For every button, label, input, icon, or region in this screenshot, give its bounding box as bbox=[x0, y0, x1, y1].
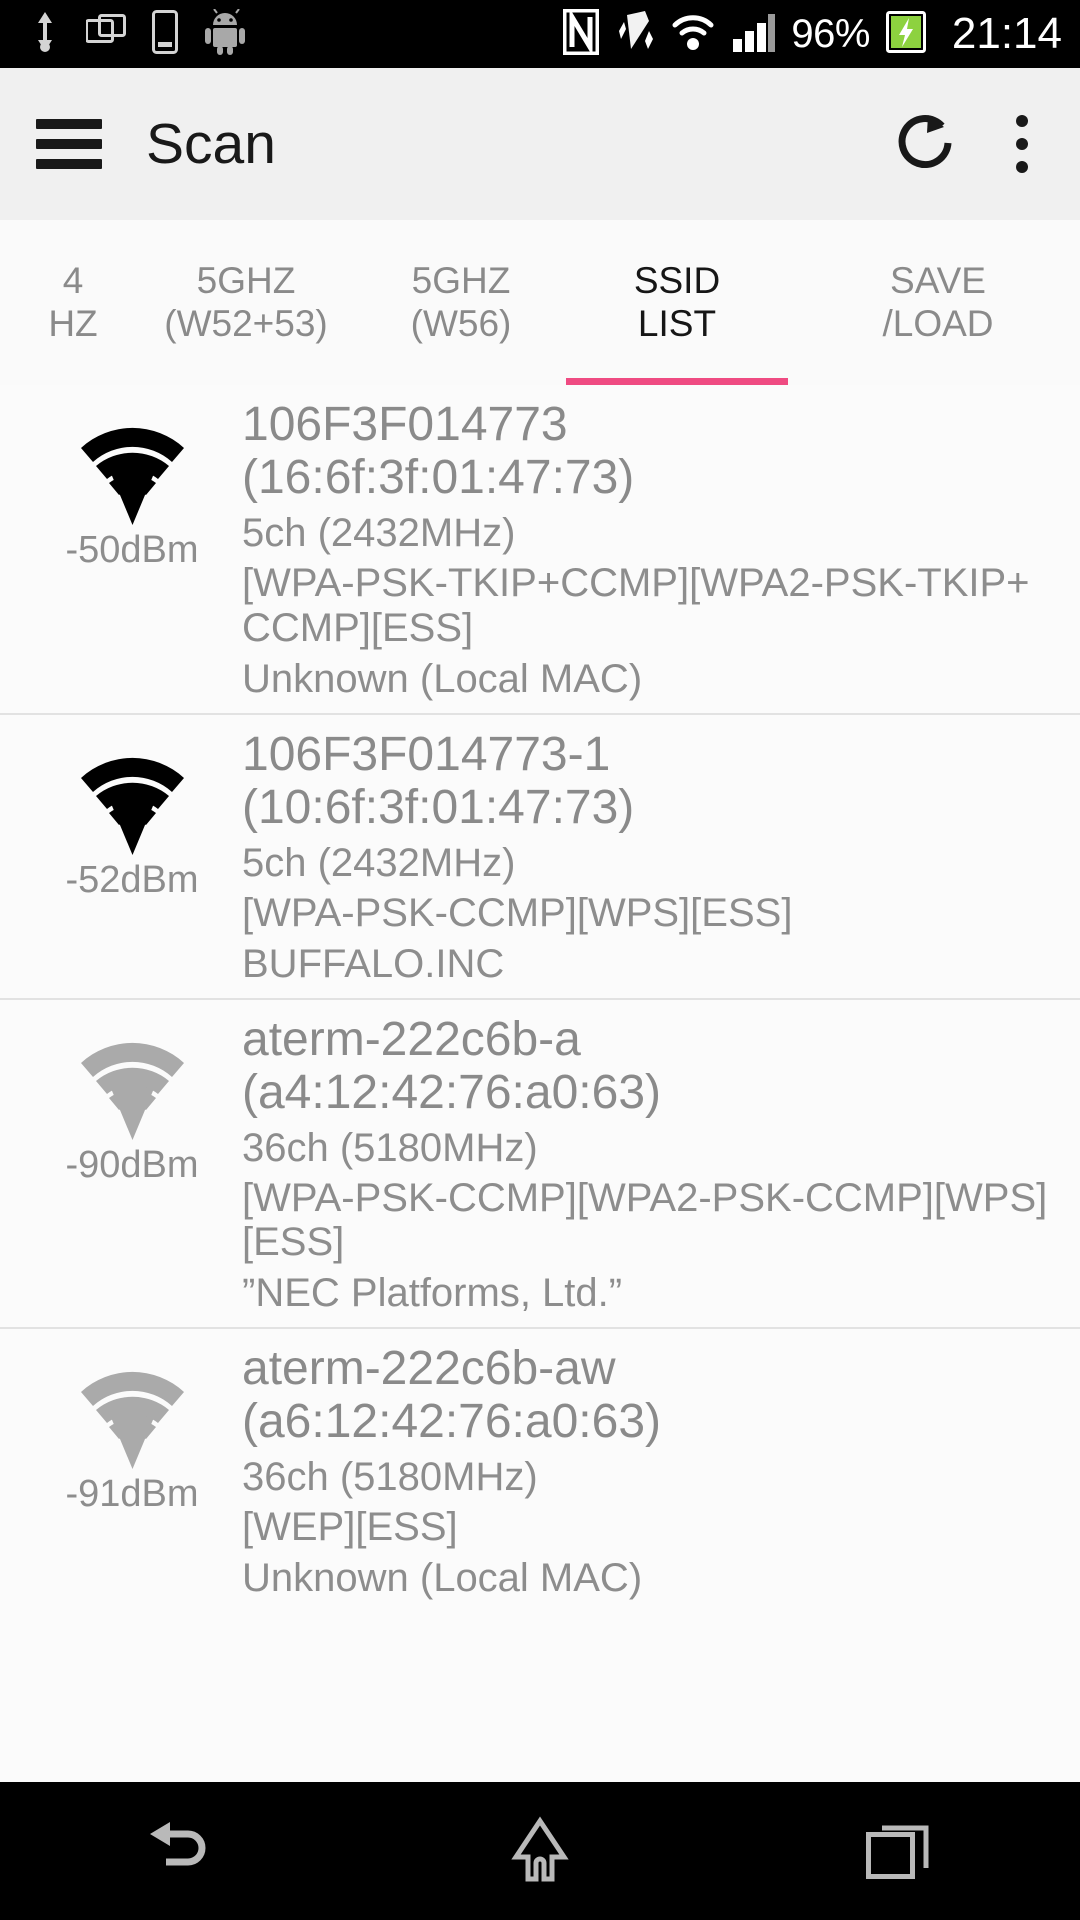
ssid-bssid: (a4:12:42:76:a0:63) bbox=[242, 1065, 661, 1119]
ssid-list[interactable]: -50dBm 106F3F014773 (16:6f:3f:01:47:73) … bbox=[0, 385, 1080, 1782]
home-icon[interactable] bbox=[360, 1782, 720, 1920]
ssid-vendor: Unknown (Local MAC) bbox=[242, 1556, 643, 1601]
refresh-icon[interactable] bbox=[888, 106, 960, 183]
status-bar-clock: 21:14 bbox=[951, 9, 1062, 58]
status-bar-right-icons: 96% 21:14 bbox=[562, 7, 1062, 60]
signal-strength-column: -90dBm bbox=[24, 1014, 240, 1184]
signal-strength-column: -91dBm bbox=[24, 1343, 240, 1513]
tab-save-load[interactable]: SAVE /LOAD bbox=[796, 220, 1080, 385]
tab-5ghz-w56[interactable]: 5GHZ (W56) bbox=[364, 220, 558, 385]
status-bar-left-icons bbox=[30, 7, 246, 60]
ssid-capabilities: [WEP][ESS] bbox=[242, 1505, 458, 1550]
ssid-vendor: BUFFALO.INC bbox=[242, 941, 505, 986]
tab-label-line2: HZ bbox=[48, 302, 98, 344]
signal-dbm-label: -52dBm bbox=[65, 858, 199, 901]
back-icon[interactable] bbox=[0, 1782, 360, 1920]
ssid-name: 106F3F014773 bbox=[242, 398, 568, 451]
ssid-name: aterm-222c6b-aw bbox=[242, 1342, 616, 1396]
battery-percent-label: 96% bbox=[791, 12, 870, 56]
nfc-icon bbox=[562, 7, 600, 60]
phone-icon bbox=[152, 9, 178, 59]
tab-label-line2: LIST bbox=[637, 302, 717, 344]
ssid-channel: 5ch (2432MHz) bbox=[242, 840, 516, 885]
overflow-menu-icon[interactable] bbox=[994, 115, 1050, 173]
wifi-icon bbox=[671, 11, 715, 58]
tab-label-line1: SSID bbox=[633, 259, 721, 301]
wifi-signal-icon bbox=[70, 743, 195, 855]
tab-ssid-list[interactable]: SSID LIST bbox=[558, 220, 796, 385]
tab-2-4ghz[interactable]: 4 HZ bbox=[0, 220, 128, 385]
tab-indicator bbox=[8, 378, 120, 385]
overflow-dot bbox=[1016, 161, 1028, 173]
hamburger-menu-icon[interactable] bbox=[36, 119, 102, 169]
ssid-bssid: (16:6f:3f:01:47:73) bbox=[242, 451, 635, 505]
ssid-channel: 36ch (5180MHz) bbox=[242, 1125, 538, 1170]
screen-cast-icon bbox=[85, 13, 126, 55]
ssid-list-item[interactable]: -90dBm aterm-222c6b-a (a4:12:42:76:a0:63… bbox=[0, 1000, 1080, 1330]
tab-label-line2: /LOAD bbox=[882, 302, 994, 344]
ssid-bssid: (a6:12:42:76:a0:63) bbox=[242, 1395, 661, 1449]
ssid-list-item[interactable]: -50dBm 106F3F014773 (16:6f:3f:01:47:73) … bbox=[0, 385, 1080, 715]
wifi-signal-icon bbox=[70, 1357, 195, 1470]
tab-label-line2: (W56) bbox=[410, 302, 512, 344]
tab-label-line1: 5GHZ bbox=[411, 259, 511, 301]
app-bar: Scan bbox=[0, 68, 1080, 220]
wifi-signal-icon bbox=[70, 1028, 195, 1140]
tab-label-line1: 5GHZ bbox=[196, 259, 296, 301]
hamburger-bar bbox=[36, 119, 102, 129]
tab-indicator bbox=[372, 378, 550, 385]
ssid-bssid: (10:6f:3f:01:47:73) bbox=[242, 780, 635, 834]
ssid-name: 106F3F014773-1 bbox=[242, 727, 611, 781]
tab-indicator bbox=[136, 378, 356, 385]
cellular-signal-icon bbox=[731, 11, 776, 58]
android-icon bbox=[204, 7, 246, 60]
ssid-vendor: Unknown (Local MAC) bbox=[242, 656, 643, 701]
android-nav-bar bbox=[0, 1782, 1080, 1920]
ssid-channel: 5ch (2432MHz) bbox=[242, 511, 516, 556]
signal-strength-column: -52dBm bbox=[24, 729, 240, 899]
ssid-details: 106F3F014773 (16:6f:3f:01:47:73) 5ch (24… bbox=[240, 398, 1056, 703]
battery-charging-icon bbox=[885, 9, 926, 60]
tab-label-line1: SAVE bbox=[890, 259, 986, 301]
recent-apps-icon[interactable] bbox=[720, 1782, 1080, 1920]
signal-dbm-label: -50dBm bbox=[65, 529, 199, 571]
ssid-capabilities: [WPA-PSK-CCMP][WPS][ESS] bbox=[242, 890, 793, 935]
app-bar-actions bbox=[888, 106, 1050, 183]
tab-indicator bbox=[804, 378, 1072, 385]
tab-bar[interactable]: 4 HZ 5GHZ (W52+53) 5GHZ (W56) SSID LIST … bbox=[0, 220, 1080, 385]
usb-icon bbox=[30, 10, 60, 59]
overflow-dot bbox=[1016, 115, 1028, 127]
tab-indicator-active bbox=[566, 378, 788, 385]
ssid-details: aterm-222c6b-a (a4:12:42:76:a0:63) 36ch … bbox=[240, 1012, 1056, 1318]
ssid-vendor: ”NEC Platforms, Ltd.” bbox=[242, 1271, 623, 1316]
wifi-signal-icon bbox=[70, 413, 195, 525]
signal-dbm-label: -90dBm bbox=[65, 1143, 199, 1186]
status-bar: 96% 21:14 bbox=[0, 0, 1080, 68]
page-title: Scan bbox=[146, 111, 276, 176]
ssid-list-item[interactable]: -52dBm 106F3F014773-1 (10:6f:3f:01:47:73… bbox=[0, 715, 1080, 1000]
tab-label-line1: 4 bbox=[62, 259, 84, 301]
hamburger-bar bbox=[36, 139, 102, 149]
vibrate-icon bbox=[615, 9, 655, 60]
ssid-capabilities: [WPA-PSK-TKIP+CCMP][WPA2-PSK-TKIP+CCMP][… bbox=[242, 561, 1030, 650]
tab-5ghz-w52-53[interactable]: 5GHZ (W52+53) bbox=[128, 220, 364, 385]
signal-dbm-label: -91dBm bbox=[65, 1473, 199, 1516]
tab-label-line2: (W52+53) bbox=[164, 302, 328, 344]
ssid-list-item[interactable]: -91dBm aterm-222c6b-aw (a6:12:42:76:a0:6… bbox=[0, 1329, 1080, 1612]
ssid-name: aterm-222c6b-a bbox=[242, 1012, 581, 1066]
hamburger-bar bbox=[36, 159, 102, 169]
ssid-channel: 36ch (5180MHz) bbox=[242, 1455, 538, 1500]
ssid-capabilities: [WPA-PSK-CCMP][WPA2-PSK-CCMP][WPS][ESS] bbox=[242, 1175, 1048, 1265]
ssid-details: aterm-222c6b-aw (a6:12:42:76:a0:63) 36ch… bbox=[240, 1342, 1056, 1602]
overflow-dot bbox=[1016, 138, 1028, 150]
signal-strength-column: -50dBm bbox=[24, 399, 240, 569]
ssid-details: 106F3F014773-1 (10:6f:3f:01:47:73) 5ch (… bbox=[240, 727, 1056, 988]
